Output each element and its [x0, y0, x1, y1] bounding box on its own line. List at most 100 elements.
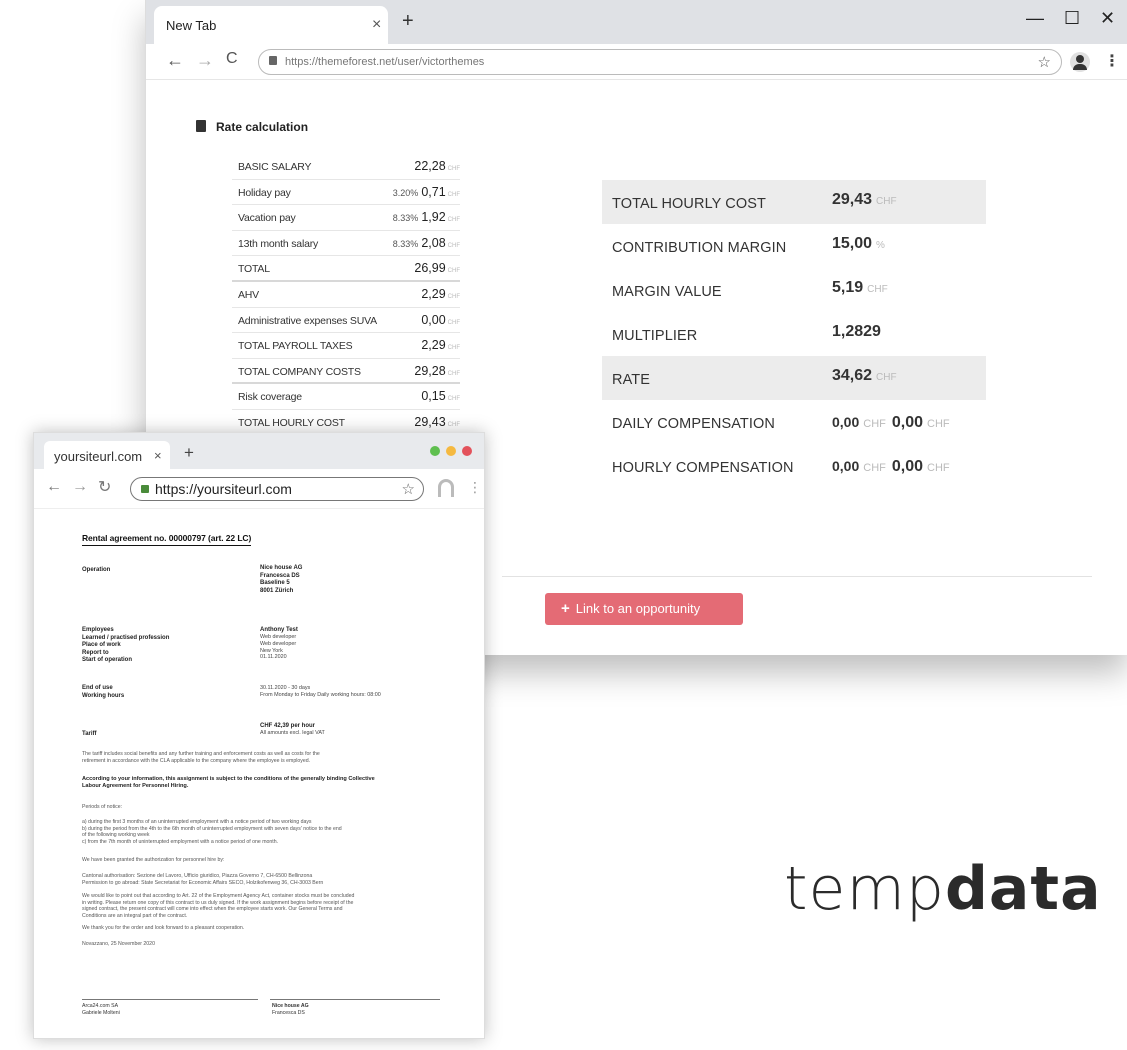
tariff-paragraph: The tariff includes social benefits and …: [82, 751, 320, 764]
headphones-icon[interactable]: [438, 479, 454, 497]
kebab-menu-icon[interactable]: ⋮: [1104, 51, 1120, 71]
salary-row-amount: 1,92: [421, 210, 446, 225]
address-bar[interactable]: https://yoursiteurl.com ☆: [130, 477, 424, 501]
rate-row-unit: CHF: [863, 462, 886, 474]
logo-part-data: data: [944, 854, 1102, 924]
rate-row-amount: 0,00: [832, 414, 860, 430]
cla-paragraph: According to your information, this assi…: [82, 776, 375, 789]
salary-row: BASIC SALARY 22,28 CHF: [232, 154, 460, 180]
salary-row-label: Administrative expenses SUVA: [238, 314, 377, 327]
kebab-menu-icon[interactable]: ⋮: [468, 479, 482, 496]
back-tab-title: New Tab: [166, 18, 217, 33]
salary-row: Risk coverage 0,15 CHF: [232, 384, 460, 410]
rate-row-label: HOURLY COMPENSATION: [612, 460, 794, 476]
address-url: https://yoursiteurl.com: [155, 481, 292, 497]
rate-row-unit-2: CHF: [927, 462, 950, 474]
rate-row-values: 29,43 CHF: [832, 191, 897, 209]
back-tab[interactable]: New Tab ×: [154, 6, 388, 44]
employee-labels: Employees Learned / practised profession…: [82, 627, 170, 663]
maximize-icon[interactable]: ☐: [1064, 8, 1080, 29]
forward-arrow-icon[interactable]: →: [196, 50, 214, 71]
minimize-icon[interactable]: —: [1026, 8, 1044, 29]
back-toolbar: ← → C https://themeforest.net/user/victo…: [146, 44, 1127, 80]
close-window-icon[interactable]: ✕: [1100, 8, 1115, 29]
rate-row-amount: 29,43: [832, 191, 873, 208]
rate-row-unit-2: CHF: [927, 418, 950, 430]
front-tab[interactable]: yoursiteurl.com ×: [44, 441, 170, 469]
rate-row: TOTAL HOURLY COST 29,43 CHF: [602, 180, 986, 224]
star-icon[interactable]: ☆: [1038, 53, 1051, 71]
salary-row-unit: CHF: [447, 370, 460, 377]
salary-row-value: 2,29 CHF: [418, 338, 460, 352]
profile-icon[interactable]: [1070, 52, 1090, 72]
calculator-icon: [196, 120, 206, 132]
rate-row: HOURLY COMPENSATION 0,00 CHF 0,00 CHF: [602, 444, 986, 488]
rate-row-values: 5,19 CHF: [832, 279, 888, 297]
reload-icon[interactable]: ↻: [98, 477, 111, 497]
notice-paragraph: a) during the first 3 months of an unint…: [82, 819, 342, 845]
window-dot-red-icon[interactable]: [462, 446, 472, 456]
section-divider: [502, 576, 1092, 577]
rate-row: DAILY COMPENSATION 0,00 CHF 0,00 CHF: [602, 400, 986, 444]
rate-row-values: 0,00 CHF 0,00 CHF: [832, 414, 956, 432]
salary-row: Holiday pay 3.20% 0,71 CHF: [232, 180, 460, 206]
salary-breakdown-table: BASIC SALARY 22,28 CHF Holiday pay 3.20% 0,71…: [232, 154, 460, 436]
salary-row-unit: CHF: [447, 191, 460, 198]
window-dot-green-icon[interactable]: [430, 446, 440, 456]
reload-icon[interactable]: C: [226, 50, 238, 68]
salary-row-label: TOTAL PAYROLL TAXES: [238, 340, 353, 353]
place-date: Novazzano, 25 November 2020: [82, 941, 155, 947]
salary-row-percent: 8.33%: [392, 213, 419, 224]
salary-row: 13th month salary 8.33% 2,08 CHF: [232, 231, 460, 257]
salary-row-amount: 2,29: [421, 286, 446, 301]
tariff-note: All amounts excl. legal VAT: [260, 730, 325, 736]
salary-row-label: AHV: [238, 288, 259, 301]
lock-icon: [269, 56, 277, 65]
salary-row-amount: 0,00: [421, 312, 446, 327]
rate-row-label: DAILY COMPENSATION: [612, 416, 775, 432]
back-arrow-icon[interactable]: ←: [166, 50, 184, 71]
new-tab-icon[interactable]: +: [402, 10, 414, 33]
contract-paragraph: We would like to point out that accordin…: [82, 893, 355, 919]
salary-row-amount: 22,28: [414, 159, 446, 173]
rate-row-unit: CHF: [867, 284, 888, 295]
salary-row: TOTAL COMPANY COSTS 29,28 CHF: [232, 359, 460, 385]
rate-row-amount: 15,00: [832, 235, 873, 252]
operation-label: Operation: [82, 567, 111, 573]
signature-line-right: [270, 999, 440, 1000]
permission-paragraph: Cantonal authorisation: Sezione del Lavo…: [82, 873, 324, 886]
link-opportunity-button[interactable]: + Link to an opportunity: [545, 593, 743, 625]
star-icon[interactable]: ☆: [402, 480, 415, 498]
close-tab-icon[interactable]: ×: [372, 16, 381, 34]
front-tab-title: yoursiteurl.com: [54, 449, 143, 464]
rate-row: MARGIN VALUE 5,19 CHF: [602, 268, 986, 312]
address-bar[interactable]: https://themeforest.net/user/victortheme…: [258, 49, 1062, 75]
rate-row-unit: CHF: [876, 372, 897, 383]
salary-row-value: 8.33% 2,08 CHF: [393, 236, 460, 250]
salary-row-amount: 0,71: [421, 184, 446, 199]
salary-row-unit: CHF: [447, 293, 460, 300]
rate-row-amount-2: 0,00: [891, 414, 923, 431]
front-tab-strip: yoursiteurl.com × +: [34, 433, 484, 469]
signature-line-left: [82, 999, 258, 1000]
salary-row-value: 26,99 CHF: [411, 261, 460, 275]
rate-row: CONTRIBUTION MARGIN 15,00%: [602, 224, 986, 268]
salary-row-value: 29,43 CHF: [411, 415, 460, 429]
forward-arrow-icon[interactable]: →: [72, 478, 88, 496]
rate-row-amount: 34,62: [832, 367, 873, 384]
salary-row-amount: 26,99: [414, 261, 446, 276]
rate-row-amount-2: 0,00: [891, 458, 923, 475]
thanks-paragraph: We thank you for the order and look forw…: [82, 925, 245, 931]
salary-row-label: Risk coverage: [238, 391, 302, 404]
new-tab-icon[interactable]: +: [184, 443, 194, 463]
signature-right-sub: Francesca DS: [272, 1010, 305, 1016]
rate-row-amount: 0,00: [832, 458, 860, 474]
rate-row-values: 34,62 CHF: [832, 367, 897, 385]
salary-row-label: BASIC SALARY: [238, 161, 312, 173]
rate-row-label: MARGIN VALUE: [612, 284, 722, 300]
close-tab-icon[interactable]: ×: [154, 448, 162, 463]
rate-row: MULTIPLIER 1,2829: [602, 312, 986, 356]
window-dot-yellow-icon[interactable]: [446, 446, 456, 456]
back-arrow-icon[interactable]: ←: [46, 478, 62, 496]
back-tab-strip: New Tab × + — ☐ ✕: [146, 0, 1127, 44]
